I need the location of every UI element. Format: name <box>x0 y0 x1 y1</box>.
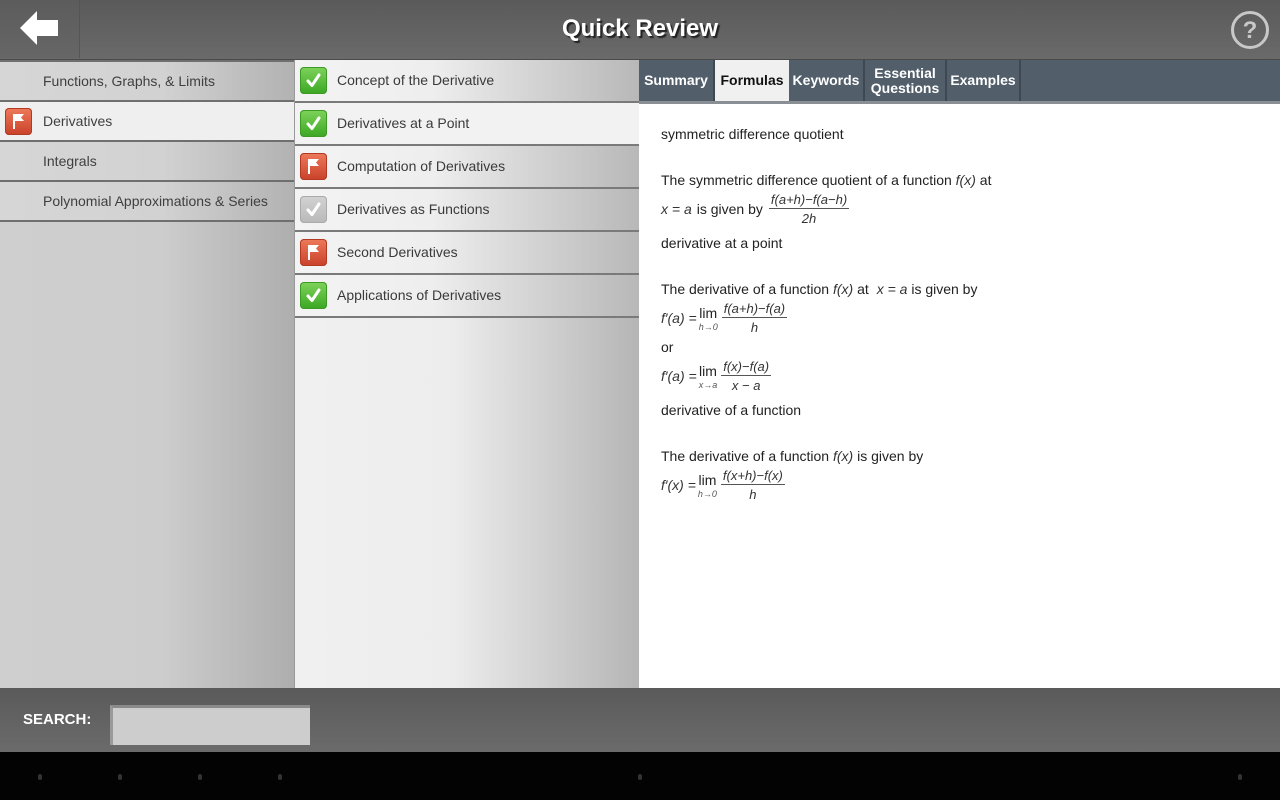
formula-equation: f′(a) = lim x→a f(x)−f(a) x − a <box>661 359 772 393</box>
math-x-eq-a: x = a <box>661 201 692 217</box>
topic-item[interactable]: Computation of Derivatives <box>295 146 639 189</box>
formula-term: derivative at a point <box>661 235 783 251</box>
formula-term: derivative of a function <box>661 402 802 418</box>
math-fx: f(x) <box>955 172 976 188</box>
topic-label: Concept of the Derivative <box>337 72 495 88</box>
nav-indicator <box>38 774 42 780</box>
help-button[interactable]: ? <box>1230 10 1270 50</box>
topic-label: Second Derivatives <box>337 244 458 260</box>
topic-item[interactable]: Concept of the Derivative <box>295 60 639 103</box>
chapter-list: Functions, Graphs, & Limits Derivatives In… <box>0 60 294 688</box>
checkmark-icon <box>300 67 327 94</box>
formula-description: The derivative of a function f(x) is giv… <box>661 448 924 464</box>
chapter-item[interactable]: Polynomial Approximations & Series <box>0 182 294 222</box>
page-title: Quick Review <box>561 15 719 42</box>
flag-icon <box>300 153 327 180</box>
formula-equation: x = a is given by f(a+h)−f(a−h) 2h <box>661 192 850 226</box>
question-circle-icon: ? <box>1231 11 1269 49</box>
or-text: or <box>661 339 674 355</box>
svg-text:?: ? <box>1243 17 1258 44</box>
formula-term: symmetric difference quotient <box>661 126 844 142</box>
topic-item[interactable]: Derivatives as Functions <box>295 189 639 232</box>
chapter-label: Functions, Graphs, & Limits <box>43 73 215 89</box>
formulas-body: symmetric difference quotient The symmet… <box>661 126 1260 505</box>
checkmark-icon <box>300 110 327 137</box>
topic-label: Applications of Derivatives <box>337 287 502 303</box>
search-input[interactable] <box>110 705 310 745</box>
chapter-label: Derivatives <box>43 113 113 129</box>
formula-description: The symmetric difference quotient of a f… <box>661 172 992 188</box>
nav-indicator <box>118 774 122 780</box>
fraction: f(x)−f(a) x − a <box>721 359 772 393</box>
flag-icon <box>300 239 327 266</box>
nav-indicator <box>638 774 642 780</box>
tab-keywords[interactable]: Keywords <box>789 60 865 101</box>
fraction: f(a+h)−f(a) h <box>721 301 788 335</box>
topic-label: Derivatives at a Point <box>337 115 470 131</box>
chapter-label: Integrals <box>43 153 97 169</box>
checkmark-pending-icon <box>300 196 327 223</box>
topic-label: Computation of Derivatives <box>337 158 506 174</box>
formula-equation: f′(x) = lim h→0 f(x+h)−f(x) h <box>661 468 785 502</box>
fraction: f(x+h)−f(x) h <box>720 468 785 502</box>
tab-bar: Summary Formulas Keywords Essential Questio… <box>639 60 1280 104</box>
app-header: Quick Review ? <box>0 0 1280 60</box>
topic-list: Concept of the Derivative Derivatives at … <box>294 60 639 688</box>
limit: lim h→0 <box>698 304 718 332</box>
system-nav-bar <box>0 752 1280 800</box>
topic-item[interactable]: Second Derivatives <box>295 232 639 275</box>
nav-indicator <box>1238 774 1242 780</box>
checkmark-icon <box>300 282 327 309</box>
flag-icon <box>5 108 32 135</box>
tab-examples[interactable]: Examples <box>947 60 1021 101</box>
chapter-label: Polynomial Approximations & Series <box>43 193 268 209</box>
limit: lim x→a <box>698 362 718 390</box>
formula-description: The derivative of a function f(x) at x =… <box>661 281 978 297</box>
topic-item[interactable]: Applications of Derivatives <box>295 275 639 318</box>
fraction: f(a+h)−f(a−h) 2h <box>768 192 850 226</box>
limit: lim h→0 <box>697 471 717 499</box>
chapter-item[interactable]: Integrals <box>0 142 294 182</box>
tab-formulas[interactable]: Formulas <box>715 60 789 101</box>
search-label: SEARCH: <box>23 711 92 728</box>
chapter-item[interactable]: Derivatives <box>0 102 294 142</box>
formula-equation: f′(a) = lim h→0 f(a+h)−f(a) h <box>661 301 788 335</box>
topic-item[interactable]: Derivatives at a Point <box>295 103 639 146</box>
topic-label: Derivatives as Functions <box>337 201 490 217</box>
nav-indicator <box>278 774 282 780</box>
chapter-item[interactable]: Functions, Graphs, & Limits <box>0 60 294 102</box>
content-panel: Summary Formulas Keywords Essential Questio… <box>639 60 1280 688</box>
tab-summary[interactable]: Summary <box>639 60 715 101</box>
search-bar: SEARCH: <box>0 688 1280 752</box>
tab-essential-questions[interactable]: Essential Questions <box>865 60 947 101</box>
nav-indicator <box>198 774 202 780</box>
